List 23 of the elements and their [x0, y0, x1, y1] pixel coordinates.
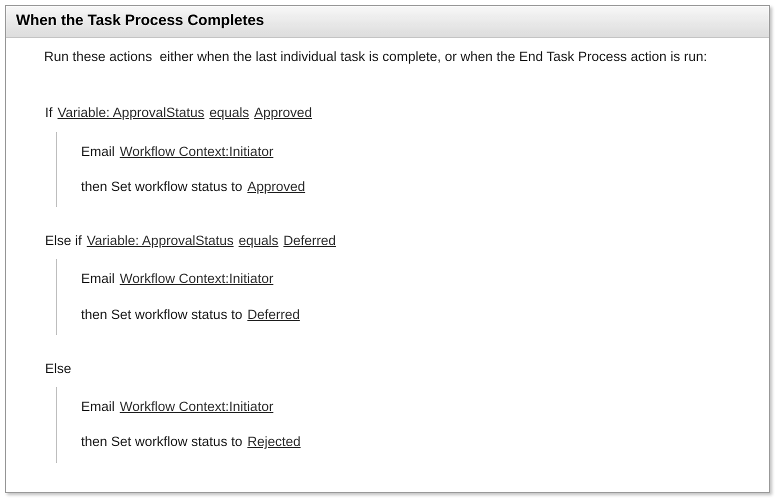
panel-title: When the Task Process Completes [16, 11, 264, 32]
action-text: Email [81, 142, 115, 160]
description-text: Run these actions either when the last individual task is complete, or when the End Task Process action is run: [44, 48, 708, 66]
condition-link[interactable]: equals [238, 231, 278, 252]
action-text: then Set workflow status to [81, 178, 242, 196]
condition-keyword: Else if [45, 232, 82, 250]
action-link[interactable]: Workflow Context:Initiator [120, 397, 274, 418]
action-text: Email [81, 398, 115, 416]
action-text: then Set workflow status to [81, 306, 242, 324]
condition-link[interactable]: Variable: ApprovalStatus [86, 231, 234, 252]
condition-link[interactable]: Variable: ApprovalStatus [58, 103, 204, 124]
condition-link[interactable]: Approved [254, 103, 312, 124]
action-link[interactable]: Workflow Context:Initiator [120, 142, 274, 162]
condition-keyword: Else [45, 360, 72, 378]
condition-link[interactable]: equals [209, 103, 250, 124]
action-link[interactable]: Workflow Context:Initiator [120, 269, 274, 290]
condition-link[interactable]: Deferred [283, 231, 336, 252]
action-link[interactable]: Rejected [247, 432, 301, 452]
action-link[interactable]: Approved [247, 176, 306, 197]
action-link[interactable]: Deferred [247, 304, 300, 325]
action-text: then Set workflow status to [81, 433, 242, 452]
action-text: Email [81, 270, 115, 288]
condition-keyword: If [45, 104, 53, 122]
